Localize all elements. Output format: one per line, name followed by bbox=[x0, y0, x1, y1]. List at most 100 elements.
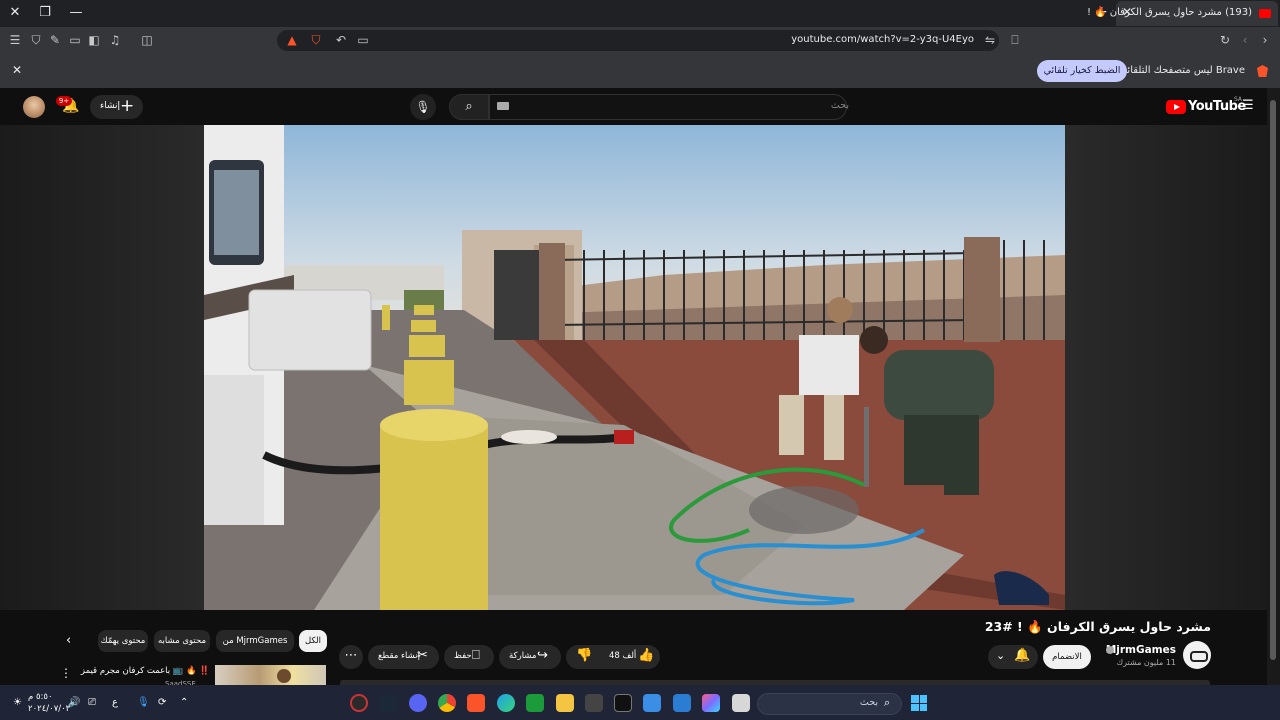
network-icon[interactable]: ⎚ bbox=[88, 697, 96, 708]
recording-app-icon[interactable] bbox=[350, 694, 368, 712]
chevron-down-icon: ⌄ bbox=[996, 649, 1006, 662]
language-indicator[interactable]: ع bbox=[112, 697, 118, 708]
share-url-icon[interactable]: ↶ bbox=[333, 32, 349, 48]
brave-icon[interactable] bbox=[467, 694, 485, 712]
share-icon: ↪ bbox=[537, 648, 548, 663]
microphone-icon[interactable]: 🎙 bbox=[137, 697, 150, 708]
video-frame bbox=[204, 125, 1065, 610]
like-icon[interactable]: 👍 bbox=[638, 648, 654, 663]
task-view-icon[interactable] bbox=[732, 694, 750, 712]
site-settings-icon[interactable]: ⇋ bbox=[982, 32, 998, 48]
player-ambient-left bbox=[0, 125, 204, 610]
video-title: مشرد حاول يسرق الكرفان 🔥 ! #23 bbox=[984, 619, 1211, 634]
music-icon[interactable]: ♫ bbox=[107, 32, 123, 48]
edge-icon[interactable] bbox=[497, 694, 515, 712]
set-default-button[interactable]: الضبط كخيار تلقائي bbox=[1037, 60, 1127, 82]
steam-icon[interactable] bbox=[379, 694, 397, 712]
verified-icon bbox=[1106, 646, 1114, 654]
clock-time[interactable]: ٥:٥٠ م bbox=[28, 692, 53, 702]
share-label: مشاركة bbox=[509, 651, 537, 661]
scrollbar-thumb[interactable] bbox=[1270, 100, 1276, 660]
mail-icon[interactable] bbox=[673, 694, 691, 712]
plus-icon: + bbox=[120, 96, 135, 116]
dislike-icon[interactable]: 👎 bbox=[576, 648, 592, 663]
chrome-icon[interactable] bbox=[438, 694, 456, 712]
search-input[interactable] bbox=[489, 94, 847, 120]
discord-icon[interactable] bbox=[409, 694, 427, 712]
save-icon: ⎕ bbox=[472, 648, 480, 663]
recommended-thumbnail[interactable] bbox=[215, 665, 326, 685]
store-icon[interactable] bbox=[643, 694, 661, 712]
chip-from-channel[interactable]: من MjrmGames bbox=[216, 630, 294, 652]
save-label: حفظ bbox=[454, 651, 472, 661]
player-ambient-right bbox=[1065, 125, 1267, 610]
video-player[interactable] bbox=[204, 125, 1065, 610]
keyboard-icon[interactable] bbox=[497, 102, 509, 110]
infobar-close-icon[interactable]: ✕ bbox=[12, 63, 22, 77]
youtube-logo[interactable]: YouTube bbox=[1166, 99, 1246, 114]
region-code: SA bbox=[1233, 96, 1242, 103]
extensions-icon[interactable]: ✎ bbox=[47, 32, 63, 48]
rewards-icon[interactable]: ▲ bbox=[284, 32, 300, 48]
create-label: إنشاء bbox=[100, 101, 121, 111]
brave-shields-icon[interactable]: ⛉ bbox=[308, 32, 324, 48]
search-button[interactable]: ⌕ bbox=[449, 94, 489, 120]
menu-icon[interactable]: ☰ bbox=[7, 32, 23, 48]
channel-avatar[interactable] bbox=[1183, 641, 1211, 669]
weather-icon[interactable]: ☀ bbox=[13, 697, 22, 708]
notifications-bell-icon: 🔔 bbox=[1014, 648, 1031, 663]
save-button[interactable]: ⎕ حفظ bbox=[444, 645, 494, 669]
clock-date[interactable]: ٢٠٢٤/٠٧/٠٣ bbox=[28, 704, 70, 714]
share-button[interactable]: ↪ مشاركة bbox=[499, 645, 561, 669]
chip-for-you[interactable]: محتوى يهمّك bbox=[98, 630, 148, 652]
join-button[interactable]: الانضمام bbox=[1043, 645, 1091, 669]
chip-similar[interactable]: محتوى مشابه bbox=[154, 630, 210, 652]
wallet-icon[interactable]: ▭ bbox=[67, 32, 83, 48]
picture-in-picture-icon[interactable]: ▭ bbox=[355, 32, 371, 48]
cube-app-icon[interactable] bbox=[585, 694, 603, 712]
minimize-window-icon[interactable]: — bbox=[66, 4, 86, 22]
search-placeholder: بحث bbox=[830, 100, 849, 111]
ctrl-app-icon[interactable] bbox=[614, 694, 632, 712]
channel-name[interactable]: MjrmGames bbox=[1106, 644, 1176, 656]
windows-taskbar bbox=[0, 685, 1280, 720]
like-dislike-group: 👎 48 ألف 👍 bbox=[566, 645, 660, 669]
tray-overflow-icon[interactable]: ⌃ bbox=[180, 697, 188, 708]
account-avatar[interactable] bbox=[23, 96, 45, 118]
chevron-left-icon[interactable]: ‹ bbox=[66, 633, 71, 648]
more-actions-icon[interactable]: ⋯ bbox=[339, 645, 363, 669]
taskbar-search-input[interactable] bbox=[757, 693, 902, 715]
create-button[interactable]: + إنشاء bbox=[90, 95, 143, 119]
recommended-title[interactable]: ‼️ 🔥 📺 باعمت كرفان مجرم قيمز bbox=[81, 666, 210, 676]
sync-icon[interactable]: ⟳ bbox=[158, 697, 166, 708]
clip-button[interactable]: ✂ إنشاء مقطع bbox=[368, 645, 439, 669]
taskbar-search-label: بحث bbox=[859, 697, 878, 708]
back-icon[interactable]: › bbox=[1257, 32, 1273, 48]
windows-start-icon[interactable] bbox=[911, 695, 927, 711]
leo-icon[interactable]: ◫ bbox=[139, 32, 155, 48]
subscriber-count: 11 مليون مشترك bbox=[1116, 658, 1176, 667]
reload-icon[interactable]: ↻ bbox=[1217, 32, 1233, 48]
like-count: 48 ألف bbox=[609, 651, 637, 661]
clip-label: إنشاء مقطع bbox=[378, 651, 420, 661]
tab-close-icon[interactable]: ✕ bbox=[1122, 5, 1132, 19]
notification-badge: 9+ bbox=[56, 96, 72, 106]
tab-title: (193) مشرد حاول يسرق الكرفان 🔥 ! bbox=[1086, 7, 1252, 18]
recommended-more-icon[interactable]: ⋮ bbox=[60, 666, 72, 680]
voice-search-icon[interactable]: 🎙 bbox=[410, 94, 436, 120]
sidebar-icon[interactable]: ◧ bbox=[86, 32, 102, 48]
chip-all[interactable]: الكل bbox=[299, 630, 327, 652]
forward-icon[interactable]: ‹ bbox=[1237, 32, 1253, 48]
copilot-icon[interactable] bbox=[702, 694, 720, 712]
search-icon: ⌕ bbox=[884, 696, 891, 709]
close-window-icon[interactable]: ✕ bbox=[5, 4, 25, 22]
restore-window-icon[interactable]: ❐ bbox=[35, 4, 55, 22]
youtube-play-icon bbox=[1166, 100, 1186, 114]
file-explorer-icon[interactable] bbox=[556, 694, 574, 712]
shield-icon[interactable]: ⛉ bbox=[28, 32, 44, 48]
bookmark-icon[interactable]: ⎕ bbox=[1007, 32, 1023, 48]
xbox-icon[interactable] bbox=[526, 694, 544, 712]
youtube-favicon-icon bbox=[1259, 9, 1271, 18]
subscription-bell-button[interactable]: 🔔 ⌄ bbox=[988, 645, 1038, 669]
browser-tab-active[interactable]: (193) مشرد حاول يسرق الكرفان 🔥 ! ✕ bbox=[1087, 1, 1278, 26]
